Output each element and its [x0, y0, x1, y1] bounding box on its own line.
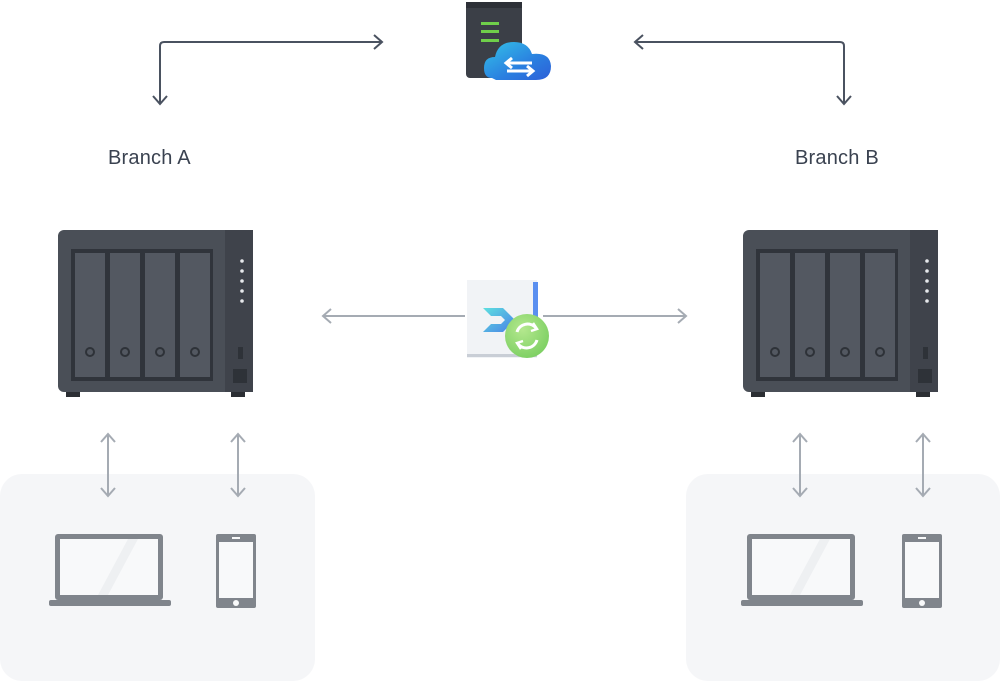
branch-b-phone-icon: [902, 534, 942, 608]
branch-b-laptop-icon: [741, 534, 863, 606]
branch-a-phone-icon: [216, 534, 256, 608]
branch-a-laptop-icon: [49, 534, 171, 606]
